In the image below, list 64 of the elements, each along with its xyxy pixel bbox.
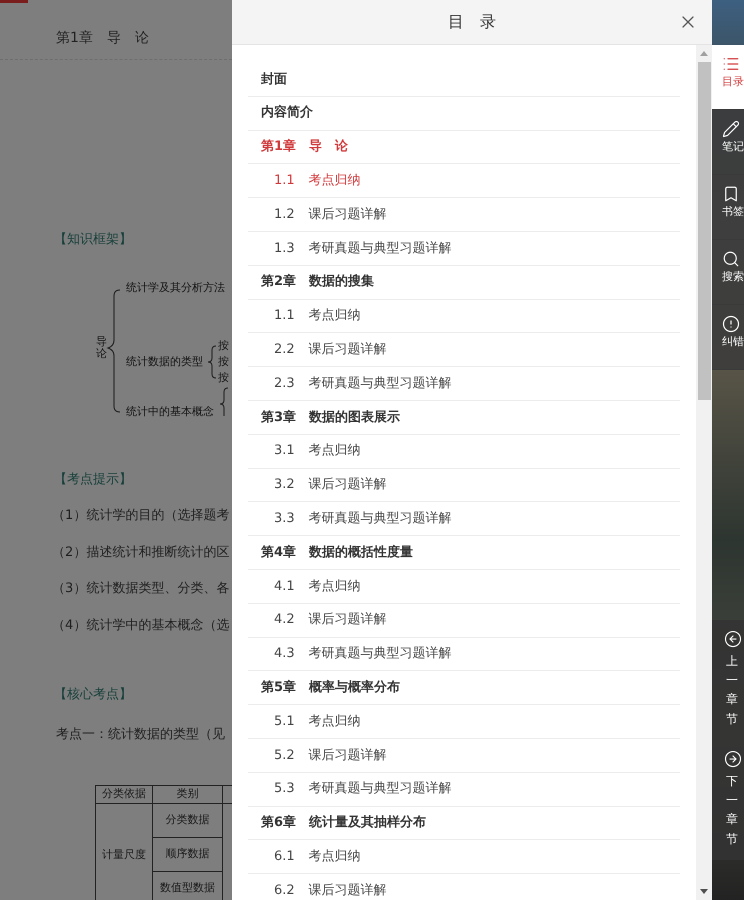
toc-section-item[interactable]: 1.3 考研真题与典型习题详解: [248, 232, 680, 266]
diagram-label: 统计数据的类型: [126, 354, 203, 370]
table-cell: 数值型数据: [153, 872, 223, 900]
toc-section-item[interactable]: 1.1 考点归纳: [248, 164, 680, 198]
toc-chapter-item[interactable]: 第2章 数据的搜集: [248, 266, 680, 300]
chapter-title: 第1章 导 论: [56, 30, 149, 46]
bookmark-icon: [722, 185, 740, 203]
toc-chapter-item[interactable]: 第6章 统计量及其抽样分布: [248, 806, 680, 840]
paragraph-text: 考点一：统计数据的类型（见: [56, 727, 225, 742]
alert-icon: [722, 315, 740, 333]
toc-section-item[interactable]: 1.2 课后习题详解: [248, 198, 680, 232]
toc-chapter-item[interactable]: 第1章 导 论: [248, 130, 680, 164]
toc-chapter-item[interactable]: 封面: [248, 63, 680, 97]
section-heading: 【考点提示】: [54, 472, 132, 487]
search-icon: [722, 250, 740, 268]
diagram-label: 统计中的基本概念: [126, 404, 214, 420]
diagram-label: 按: [218, 370, 229, 386]
sidebar-tab[interactable]: 纠错: [712, 305, 744, 370]
toc-section-item[interactable]: 2.2 课后习题详解: [248, 333, 680, 368]
tip-text: （1）统计学的目的（选择题考: [52, 507, 230, 525]
list-icon: [722, 55, 740, 73]
toc-section-item[interactable]: 5.2 课后习题详解: [248, 738, 680, 773]
table-header: 分类依据: [96, 786, 153, 803]
toc-section-item[interactable]: 3.2 课后习题详解: [248, 468, 680, 502]
diagram-label: 按: [218, 338, 229, 354]
toc-section-item[interactable]: 1.1 考点归纳: [248, 300, 680, 334]
toc-chapter-item[interactable]: 第5章 概率与概率分布: [248, 671, 680, 706]
toc-chapter-item[interactable]: 内容简介: [248, 96, 680, 131]
diagram-label: 统计学及其分析方法: [126, 280, 225, 296]
toc-section-item[interactable]: 4.3 考研真题与典型习题详解: [248, 638, 680, 672]
diagram-label: 导论: [96, 336, 107, 360]
table-cell: 顺序数据: [153, 838, 223, 872]
sidebar-tab[interactable]: 目录: [712, 45, 744, 110]
pencil-icon: [722, 120, 740, 138]
toc-section-item[interactable]: 2.3 考研真题与典型习题详解: [248, 367, 680, 401]
sidebar-tab[interactable]: 书签: [712, 175, 744, 240]
arrow-left-icon: [724, 630, 742, 648]
toc-section-item[interactable]: 4.1 考点归纳: [248, 570, 680, 604]
toc-section-item[interactable]: 5.3 考研真题与典型习题详解: [248, 772, 680, 807]
panel-title: 目 录: [448, 11, 496, 33]
scroll-down-icon[interactable]: [700, 889, 708, 894]
table-cell: 分类数据: [153, 804, 223, 838]
sidebar-tab[interactable]: 搜索: [712, 240, 744, 305]
table-header: 类别: [153, 786, 223, 803]
toc-section-item[interactable]: 3.1 考点归纳: [248, 434, 680, 469]
tip-text: （4）统计学中的基本概念（选: [52, 616, 230, 634]
arrow-right-icon: [724, 750, 742, 768]
toc-section-item[interactable]: 5.1 考点归纳: [248, 705, 680, 739]
toc-section-item[interactable]: 6.1 考点归纳: [248, 840, 680, 874]
scrollbar[interactable]: [696, 45, 712, 900]
toc-chapter-item[interactable]: 第3章 数据的图表展示: [248, 400, 680, 435]
section-heading: 【知识框架】: [54, 232, 132, 247]
sidebar-tab[interactable]: 笔记: [712, 110, 744, 175]
toc-section-item[interactable]: 6.2 课后习题详解: [248, 874, 680, 900]
tip-text: （3）统计数据类型、分类、各: [52, 580, 230, 598]
section-heading: 【核心考点】: [54, 687, 132, 702]
previous-chapter-button[interactable]: 上一章节: [712, 620, 744, 740]
toc-section-item[interactable]: 3.3 考研真题与典型习题详解: [248, 502, 680, 536]
toc-section-item[interactable]: 4.2 课后习题详解: [248, 604, 680, 638]
tip-text: （2）描述统计和推断统计的区: [52, 544, 230, 562]
diagram-label: 按: [218, 354, 229, 370]
next-chapter-button[interactable]: 下一章节: [712, 740, 744, 860]
toc-chapter-item[interactable]: 第4章 数据的概括性度量: [248, 536, 680, 570]
table-cell: 计量尺度: [96, 804, 153, 900]
